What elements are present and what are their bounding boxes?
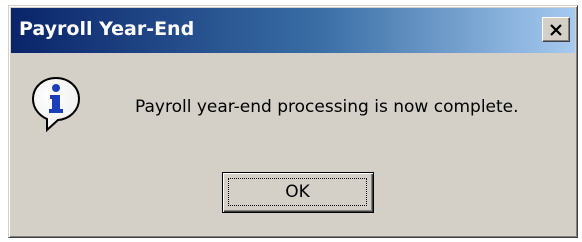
close-button[interactable]: [542, 17, 570, 42]
focus-rectangle: OK: [228, 178, 367, 206]
close-icon: [550, 23, 562, 36]
payroll-year-end-dialog: Payroll Year-End Payroll year-end proces…: [8, 5, 578, 238]
title-bar[interactable]: Payroll Year-End: [11, 8, 575, 53]
dialog-title: Payroll Year-End: [19, 18, 195, 40]
message-text: Payroll year-end processing is now compl…: [135, 97, 519, 117]
ok-button-label: OK: [285, 182, 310, 202]
ok-button[interactable]: OK: [222, 172, 374, 213]
info-icon: [31, 76, 81, 132]
